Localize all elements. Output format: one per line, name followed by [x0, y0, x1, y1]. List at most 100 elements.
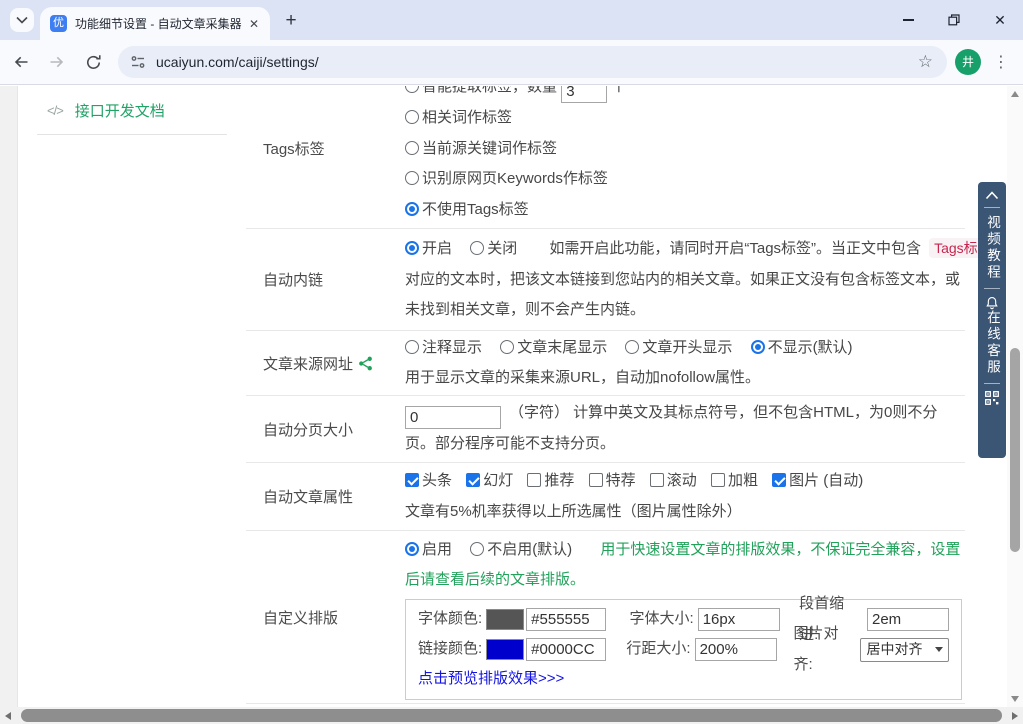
image-align-select[interactable]: 居中对齐: [860, 638, 949, 662]
window-minimize-button[interactable]: [885, 0, 931, 40]
radio-inner-link-off[interactable]: [470, 241, 484, 255]
row-pagination: 自动分页大小 （字符） 计算中英文及其标点符号，但不包含HTML，为0则不分页。…: [246, 396, 965, 463]
forward-button[interactable]: [42, 47, 72, 77]
vertical-scrollbar[interactable]: [1007, 86, 1023, 707]
tags-option-page-keywords: 识别原网页Keywords作标签: [405, 164, 965, 195]
preview-typography-link[interactable]: 点击预览排版效果>>>: [418, 664, 564, 695]
radio-related-tags[interactable]: [405, 110, 419, 124]
qr-code-button[interactable]: [985, 391, 999, 405]
checkbox-image[interactable]: [772, 473, 786, 487]
api-doc-link[interactable]: 接口开发文档: [75, 100, 165, 121]
line-height-label: 行距大小:: [626, 634, 690, 665]
row-source-url: 文章来源网址 注释显示 文章末尾显示 文章开头显示 不显示(默认) 用于显示文章…: [246, 331, 965, 396]
minimize-icon: [903, 19, 914, 20]
row-attributes-label: 自动文章属性: [246, 463, 405, 530]
typography-toggle-line: 启用 不启用(默认) 用于快速设置文章的排版效果，不保证完全兼容，设置后请查看后…: [405, 535, 965, 596]
video-tutorial-button[interactable]: 视频教程: [978, 215, 1006, 281]
menu-kebab-icon[interactable]: ⋮: [993, 52, 1009, 72]
tags-option-none: 不使用Tags标签: [405, 195, 965, 226]
window-close-button[interactable]: ✕: [977, 0, 1023, 40]
horizontal-scrollbar[interactable]: [0, 707, 1023, 724]
link-color-swatch[interactable]: [486, 639, 524, 660]
source-option-end: 文章末尾显示: [500, 339, 607, 356]
font-color-swatch[interactable]: [486, 609, 524, 630]
checkbox-headline[interactable]: [405, 473, 419, 487]
radio-source-end[interactable]: [500, 340, 514, 354]
browser-window: 优 功能细节设置 - 自动文章采集器 ✕ + ✕ ucaiyun.com/cai…: [0, 0, 1023, 724]
vertical-scrollbar-thumb[interactable]: [1010, 348, 1020, 552]
share-icon: [358, 356, 373, 371]
scroll-right-arrow[interactable]: [1012, 712, 1018, 720]
radio-source-hide[interactable]: [751, 340, 765, 354]
tab-strip: 优 功能细节设置 - 自动文章采集器 ✕ + ✕: [0, 0, 1023, 40]
checkbox-recommend[interactable]: [527, 473, 541, 487]
image-align-label: 图片对齐:: [794, 619, 857, 680]
radio-source-start[interactable]: [625, 340, 639, 354]
chevron-up-icon: [985, 191, 999, 200]
scroll-left-arrow[interactable]: [5, 712, 11, 720]
row-typography-label: 自定义排版: [246, 531, 405, 703]
font-size-input[interactable]: [698, 608, 780, 631]
font-size-label: 字体大小:: [630, 604, 694, 635]
radio-source-keyword-tags[interactable]: [405, 141, 419, 155]
attr-scroll: 滚动: [650, 472, 697, 489]
scroll-down-arrow[interactable]: [1011, 696, 1019, 702]
video-tutorial-label: 视频教程: [978, 215, 1006, 281]
typo-disable-option: 不启用(默认): [470, 541, 572, 558]
forward-arrow-icon: [48, 53, 66, 71]
line-height-input[interactable]: [695, 638, 777, 661]
checkbox-bold[interactable]: [711, 473, 725, 487]
page-left-gutter: [0, 86, 18, 707]
font-color-input[interactable]: [526, 608, 606, 631]
tab-close-icon[interactable]: ✕: [246, 16, 262, 32]
pagination-size-input[interactable]: [405, 406, 501, 429]
horizontal-scrollbar-thumb[interactable]: [21, 709, 1002, 722]
select-caret-icon: [935, 647, 943, 652]
new-tab-button[interactable]: +: [278, 8, 304, 34]
radio-inner-link-on[interactable]: [405, 241, 419, 255]
source-option-comment: 注释显示: [405, 339, 482, 356]
pagination-line: （字符） 计算中英文及其标点符号，但不包含HTML，为0则不分页。部分程序可能不…: [405, 398, 965, 460]
scroll-up-arrow[interactable]: [1011, 91, 1019, 97]
window-restore-button[interactable]: [931, 0, 977, 40]
tab-search-button[interactable]: [10, 8, 34, 32]
floating-panel: 视频教程 在线客服: [978, 182, 1006, 458]
checkbox-scroll[interactable]: [650, 473, 664, 487]
qr-code-icon: [985, 391, 999, 405]
checkbox-slide[interactable]: [466, 473, 480, 487]
row-attributes: 自动文章属性 头条 幻灯 推荐 特荐 滚动 加粗 图片 (自动) 文章有5%机率…: [246, 463, 965, 531]
back-button[interactable]: [6, 47, 36, 77]
checkbox-special[interactable]: [589, 473, 603, 487]
reload-button[interactable]: [78, 47, 108, 77]
source-option-hide: 不显示(默认): [751, 339, 853, 356]
typography-settings-box: 字体颜色: 字体大小: 段首缩进:: [405, 599, 962, 700]
url-text[interactable]: ucaiyun.com/caiji/settings/: [156, 54, 914, 70]
browser-tab[interactable]: 优 功能细节设置 - 自动文章采集器 ✕: [40, 7, 270, 40]
radio-source-comment[interactable]: [405, 340, 419, 354]
radio-no-tags[interactable]: [405, 202, 419, 216]
attr-slide: 幻灯: [466, 472, 513, 489]
bookmark-star-icon[interactable]: ☆: [914, 52, 937, 72]
attr-special: 特荐: [589, 472, 636, 489]
radio-typo-enable[interactable]: [405, 542, 419, 556]
back-arrow-icon: [12, 53, 30, 71]
url-bar[interactable]: ucaiyun.com/caiji/settings/ ☆: [118, 46, 947, 78]
back-to-top-button[interactable]: [985, 191, 999, 200]
font-color-label: 字体颜色:: [418, 604, 482, 635]
link-color-input[interactable]: [526, 638, 606, 661]
radio-page-keywords-tags[interactable]: [405, 171, 419, 185]
radio-smart-tags[interactable]: [405, 86, 419, 93]
site-settings-icon[interactable]: [130, 54, 146, 70]
font-color-group: 字体颜色:: [418, 604, 630, 635]
radio-typo-disable[interactable]: [470, 542, 484, 556]
font-size-group: 字体大小:: [630, 604, 800, 635]
panel-divider: [984, 383, 1000, 384]
online-service-button[interactable]: 在线客服: [978, 296, 1006, 376]
bell-icon: [985, 296, 999, 310]
attr-bold: 加粗: [711, 472, 758, 489]
inner-link-desc1: 如需开启此功能，请同时开启“Tags标签”。当正文中包含: [549, 240, 921, 257]
profile-avatar[interactable]: 井: [955, 49, 981, 75]
sidebar-item-api-doc[interactable]: </> 接口开发文档: [19, 86, 245, 121]
tags-count-input[interactable]: [561, 86, 607, 103]
link-color-group: 链接颜色:: [418, 634, 626, 665]
